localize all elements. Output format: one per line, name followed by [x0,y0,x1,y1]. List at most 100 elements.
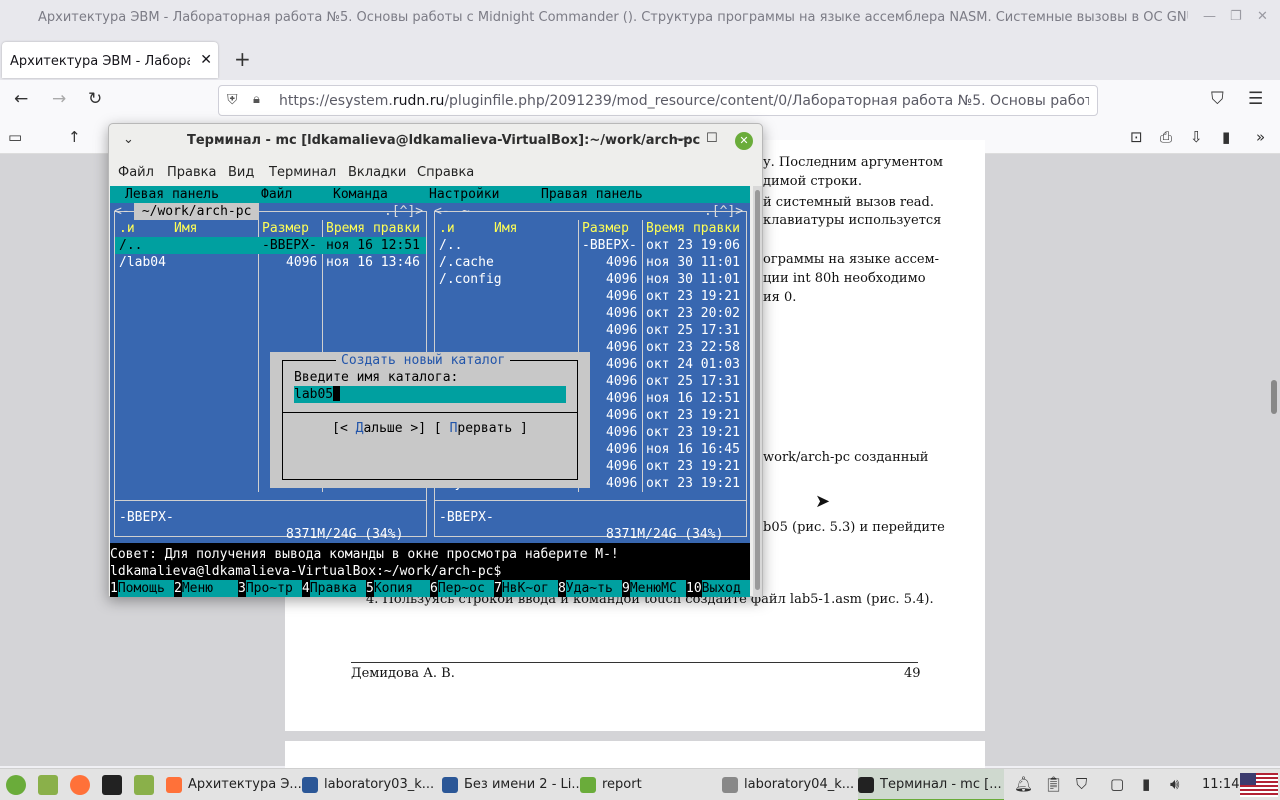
start-menu-icon[interactable] [6,775,26,795]
mc-menu-left-panel[interactable]: Левая панель [125,186,219,203]
file-row-selected[interactable]: /.. -ВВЕРХ- ноя 16 12:51 [115,237,426,254]
firefox-launcher-icon[interactable] [70,775,90,795]
fkey-9-button[interactable]: 9МенюMC [622,580,686,597]
file-row[interactable]: 4096 окт 25 17:31 [435,322,746,339]
ok-button[interactable]: [< Дальше >] [332,421,426,436]
column-header[interactable]: Время правки [326,220,420,237]
bookmark-icon[interactable]: ▮ [1222,128,1230,146]
keyboard-layout-flag-icon[interactable] [1240,773,1278,797]
shell-prompt[interactable]: ldkamalieva@ldkamalieva-VirtualBox:~/wor… [110,563,750,580]
menu-file[interactable]: Файл [118,165,154,180]
mc-menu-options[interactable]: Настройки [429,186,499,203]
presentation-icon[interactable]: ⊡ [1130,128,1143,146]
file-row[interactable]: 4096 окт 23 19:21 [435,288,746,305]
battery-icon[interactable]: ▮ [1142,775,1150,793]
app-icon [722,777,738,793]
hint-line: Совет: Для получения вывода команды в ок… [110,547,619,562]
file-row[interactable]: 4096 окт 23 20:02 [435,305,746,322]
minimize-icon[interactable]: — [1203,9,1216,24]
column-header[interactable]: .и [439,220,455,237]
mc-menu-command[interactable]: Команда [333,186,388,203]
file-row[interactable]: /lab04 4096 ноя 16 13:46 [115,254,426,271]
show-desktop-icon[interactable] [38,775,58,795]
file-row[interactable]: /.config 4096 ноя 30 11:01 [435,271,746,288]
tab-close-icon[interactable]: ✕ [200,52,212,68]
text-cursor [333,386,341,401]
volume-icon[interactable]: 🔊︎ [1170,775,1179,793]
taskbar-window-button[interactable]: laboratory03_k... [302,769,435,800]
shield-icon[interactable]: ⛉ [1076,775,1087,793]
url-text[interactable]: https://esystem.rudn.ru/pluginfile.php/2… [279,93,1089,109]
fkey-1-button[interactable]: 1Помощь [110,580,174,597]
fkey-2-button[interactable]: 2Меню [174,580,238,597]
reload-icon[interactable]: ↻ [88,89,102,109]
file-row[interactable]: /.cache 4096 ноя 30 11:01 [435,254,746,271]
mc-menu-right-panel[interactable]: Правая панель [541,186,643,203]
fkey-3-button[interactable]: 3Про~тр [238,580,302,597]
close-icon[interactable]: ✕ [1257,9,1268,24]
chevron-down-icon[interactable]: ⌄ [123,132,134,147]
terminal-scrollbar[interactable] [753,186,762,597]
taskbar-window-label: laboratory03_k... [324,777,435,792]
taskbar-window-button[interactable]: Архитектура Э... [166,769,302,800]
new-tab-icon[interactable]: + [234,47,251,71]
fkey-7-button[interactable]: 7НвК~ог [494,580,558,597]
right-panel-path[interactable]: ~ [454,203,477,220]
column-header[interactable]: Размер [262,220,309,237]
column-header[interactable]: .и [119,220,135,237]
print-icon[interactable]: ⎙ [1160,128,1172,146]
clock[interactable]: 11:14 [1202,777,1239,792]
taskbar-window-button[interactable]: Без имени 2 - Li... [442,769,584,800]
fkey-6-button[interactable]: 6Пер~ос [430,580,494,597]
display-icon[interactable]: ▢ [1110,775,1124,793]
pdf-next-page [285,741,985,771]
maximize-icon[interactable]: ☐ [706,131,718,146]
tools-overflow-icon[interactable]: » [1256,128,1265,146]
directory-name-input[interactable]: lab05 [294,386,566,403]
left-panel-corner[interactable]: .[^]> [384,203,423,220]
notifications-icon[interactable]: 🔔︎ [1014,775,1033,793]
save-icon[interactable]: ⇩ [1190,128,1203,146]
fkey-10-button[interactable]: 10Выход [686,580,750,597]
menu-edit[interactable]: Правка [167,165,216,180]
clipboard-icon[interactable]: 📋︎ [1044,775,1063,793]
left-panel-path[interactable]: ~/work/arch-pc [134,203,260,220]
taskbar-window-button[interactable]: report [580,769,680,800]
menu-help[interactable]: Справка [417,165,474,180]
menu-terminal[interactable]: Терминал [269,165,336,180]
page-scrollbar[interactable] [1271,380,1277,414]
menu-tabs[interactable]: Вкладки [348,165,406,180]
column-header[interactable]: Имя [174,220,197,237]
terminal-window[interactable]: ⌄ Терминал - mc [ldkamalieva@ldkamalieva… [108,123,763,597]
right-panel-corner[interactable]: .[^]> [704,203,743,220]
terminal-screen[interactable]: Левая панель Файл Команда Настройки Прав… [110,186,750,597]
back-icon[interactable]: ← [14,89,28,109]
forward-icon[interactable]: → [52,89,66,109]
close-icon[interactable]: ✕ [735,132,753,150]
restore-icon[interactable]: ❐ [1230,9,1242,24]
mc-menu-file[interactable]: Файл [261,186,292,203]
url-bar[interactable]: ⛨ 🔒︎ https://esystem.rudn.ru/pluginfile.… [218,85,1098,116]
column-header[interactable]: Размер [582,220,629,237]
column-header[interactable]: Время правки [646,220,740,237]
terminal-launcher-icon[interactable] [102,775,122,795]
taskbar-window-button[interactable]: Терминал - mc [... [858,769,1004,800]
menu-view[interactable]: Вид [228,165,254,180]
files-launcher-icon[interactable] [134,775,154,795]
fkey-4-button[interactable]: 4Правка [302,580,366,597]
minimize-icon[interactable]: — [675,131,689,147]
sidebar-toggle-icon[interactable]: ▭ [8,128,22,146]
lock-icon[interactable]: 🔒︎ [253,92,260,107]
browser-tab[interactable]: Архитектура ЭВМ - Лаборатор ✕ [2,42,218,78]
fkey-8-button[interactable]: 8Уда~ть [558,580,622,597]
cancel-button[interactable]: [ Прервать ] [434,421,528,436]
menu-icon[interactable]: ☰ [1248,89,1263,109]
file-row[interactable]: /.. -ВВЕРХ-окт 23 19:06 [435,237,746,254]
fkey-5-button[interactable]: 5Копия [366,580,430,597]
previous-page-icon[interactable]: ↑ [68,128,81,146]
taskbar-window-button[interactable]: laboratory04_k... [722,769,854,800]
shield-icon[interactable]: ⛨ [227,92,238,108]
terminal-titlebar[interactable]: ⌄ Терминал - mc [ldkamalieva@ldkamalieva… [109,124,762,158]
pocket-icon[interactable]: ⛉ [1211,89,1224,109]
column-header[interactable]: Имя [494,220,517,237]
